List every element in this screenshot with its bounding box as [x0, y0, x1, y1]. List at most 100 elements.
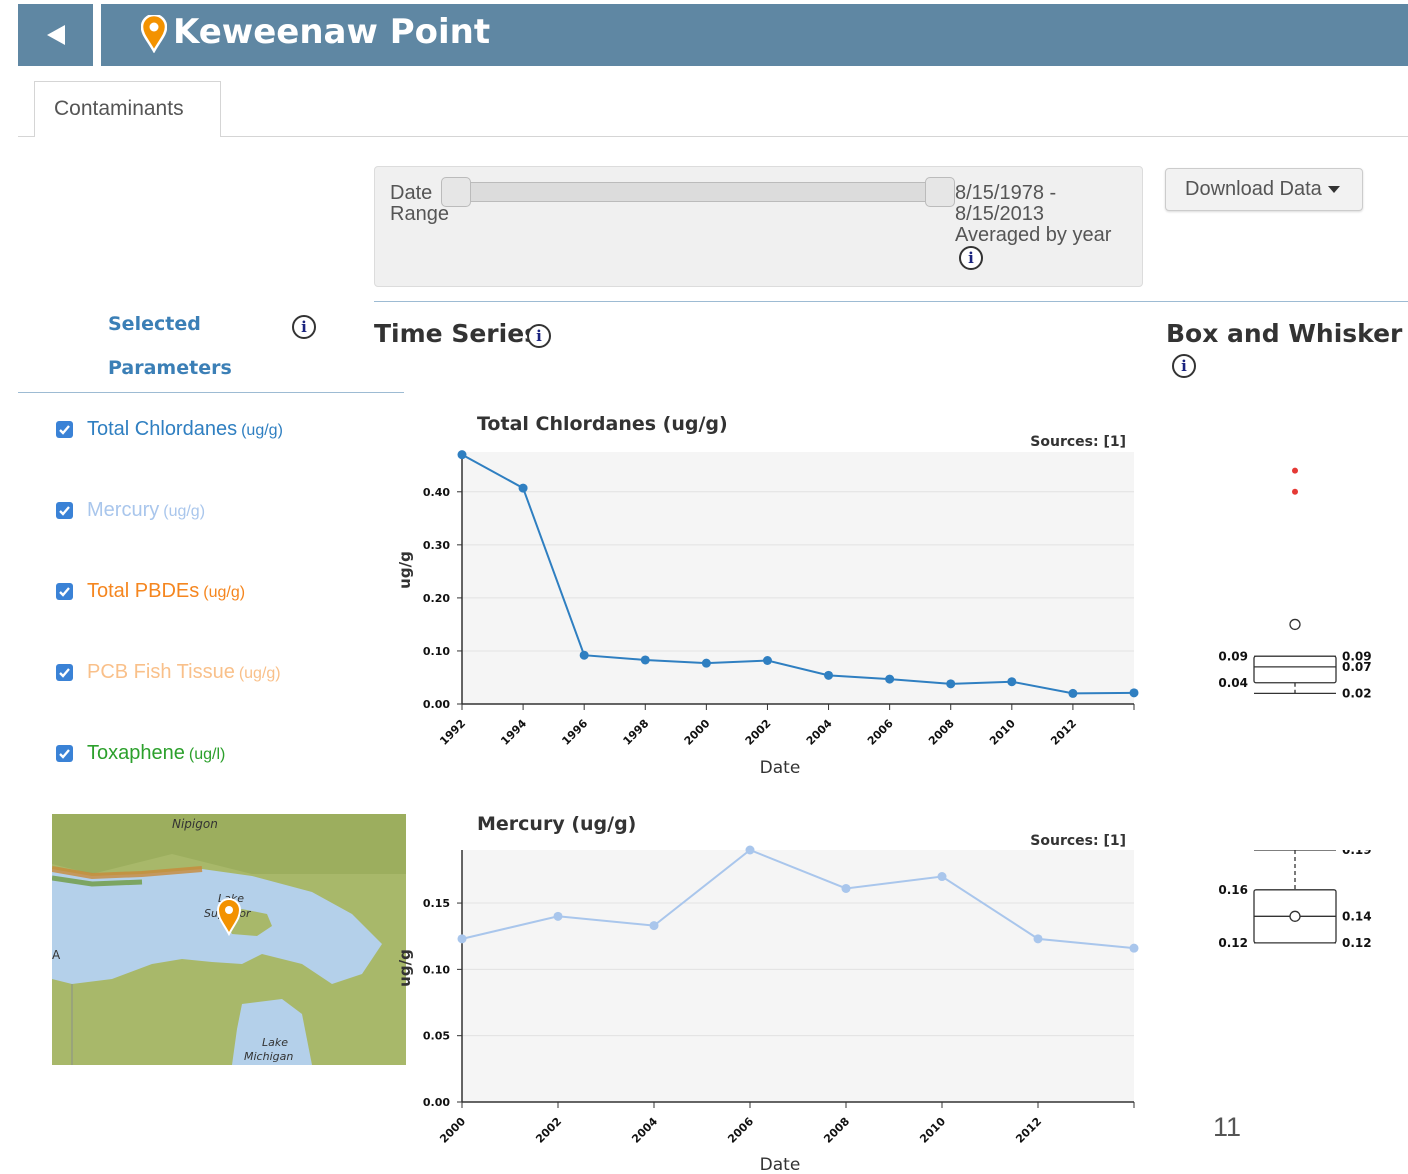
tab-divider — [18, 136, 1408, 137]
back-arrow-icon — [46, 25, 65, 45]
param-name: Total PBDEs — [87, 580, 200, 602]
date-range-info-icon[interactable]: i — [959, 246, 983, 270]
x-tick-label: 2006 — [725, 1115, 756, 1146]
box-whisker-info-icon[interactable]: i — [1172, 354, 1196, 378]
param-name: PCB Fish Tissue — [87, 661, 235, 683]
map-land-north — [52, 814, 406, 874]
date-range-end: 8/15/2013 — [955, 203, 1044, 225]
data-point — [457, 934, 467, 944]
chart-total-chlordanes: Total Chlordanes (ug/g) Sources: [1] 0.0… — [396, 413, 1139, 778]
box-label-right: 0.02 — [1342, 686, 1372, 700]
map-label-lake-michigan-1: Lake — [262, 1036, 288, 1049]
param-unit: (ug/g) — [163, 503, 206, 520]
x-tick-label: 1994 — [498, 717, 529, 748]
outlier-point — [1292, 467, 1298, 474]
data-point — [824, 670, 834, 680]
selected-params-info-icon[interactable]: i — [292, 315, 316, 339]
x-axis-label: Date — [760, 758, 801, 778]
param-pcb-fish-tissue[interactable]: PCB Fish Tissue (ug/g) — [56, 661, 281, 684]
tab-contaminants[interactable]: Contaminants — [34, 81, 221, 137]
data-point — [1129, 688, 1139, 698]
x-tick-label: 2010 — [987, 717, 1018, 748]
y-tick-label: 0.40 — [423, 486, 450, 499]
data-point — [937, 872, 947, 882]
checkbox-checked-icon[interactable] — [56, 502, 73, 519]
data-point — [640, 655, 650, 665]
box-mean-marker — [1289, 910, 1301, 922]
time-series-info-icon[interactable]: i — [527, 324, 551, 348]
box-label-left: 0.16 — [1218, 883, 1248, 897]
x-tick-label: 2006 — [865, 717, 896, 748]
time-series-title: Time Series — [374, 319, 540, 348]
x-tick-label: 2002 — [743, 717, 774, 748]
y-tick-label: 0.10 — [423, 645, 450, 658]
checkbox-checked-icon[interactable] — [56, 583, 73, 600]
data-point — [701, 658, 711, 668]
params-divider — [18, 392, 404, 393]
y-tick-label: 0.00 — [423, 1096, 450, 1109]
location-map[interactable]: Nipigon Lake Superior Lake Michigan A — [52, 814, 406, 1065]
data-point — [745, 845, 755, 855]
download-data-button[interactable]: Download Data — [1165, 168, 1363, 211]
page-title: Keweenaw Point — [173, 12, 491, 52]
param-toxaphene[interactable]: Toxaphene (ug/l) — [56, 742, 225, 765]
download-data-label: Download Data — [1185, 178, 1322, 200]
x-tick-label: 2008 — [926, 717, 957, 748]
y-tick-label: 0.05 — [423, 1030, 450, 1043]
selected-params-line2: Parameters — [108, 357, 232, 379]
x-tick-label: 2000 — [437, 1115, 468, 1146]
param-name: Toxaphene — [87, 742, 185, 764]
averaged-note: Averaged by year — [955, 224, 1112, 246]
box-label-left: 0.09 — [1218, 649, 1248, 663]
chart-sources: Sources: [1] — [1030, 434, 1126, 450]
data-point — [457, 450, 467, 460]
data-point — [1033, 934, 1043, 944]
x-tick-label: 1996 — [559, 717, 590, 748]
date-range-start: 8/15/1978 - — [955, 182, 1057, 204]
y-tick-label: 0.30 — [423, 539, 450, 552]
x-tick-label: 1998 — [621, 717, 652, 748]
plot-area — [462, 452, 1134, 704]
data-point — [649, 921, 659, 931]
x-tick-label: 2012 — [1013, 1115, 1044, 1146]
data-point — [518, 483, 528, 493]
section-divider — [374, 301, 1408, 302]
box-mean-marker — [1289, 618, 1301, 631]
chart-title: Total Chlordanes (ug/g) — [477, 413, 728, 435]
slider-start-handle[interactable] — [441, 177, 471, 207]
param-total-chlordanes[interactable]: Total Chlordanes (ug/g) — [56, 418, 283, 441]
caret-down-icon — [1327, 186, 1340, 194]
selected-params-line1: Selected — [108, 313, 201, 335]
y-axis-label: ug/g — [396, 949, 414, 987]
map-label-lake-michigan-2: Michigan — [244, 1050, 293, 1063]
param-unit: (ug/g) — [203, 584, 246, 601]
box-label-right: 0.12 — [1342, 936, 1372, 950]
box-plot-total-chlordanes: 0.090.040.090.070.02 — [1218, 467, 1372, 700]
back-button[interactable] — [18, 4, 93, 66]
box-label-left: 0.12 — [1218, 936, 1248, 950]
chart-mercury: Mercury (ug/g) Sources: [1] 0.00 0.05 0.10… — [396, 813, 1139, 1174]
slider-end-handle[interactable] — [925, 177, 955, 207]
data-point — [1068, 688, 1078, 698]
x-axis-label: Date — [760, 1155, 801, 1174]
map-label-edge: A — [52, 948, 61, 962]
x-tick-label: 2004 — [804, 717, 835, 748]
checkbox-checked-icon[interactable] — [56, 664, 73, 681]
map-label-nipigon: Nipigon — [172, 817, 218, 831]
param-total-pbdes[interactable]: Total PBDEs (ug/g) — [56, 580, 245, 603]
y-tick-label: 0.00 — [423, 698, 450, 711]
data-point — [1129, 943, 1139, 953]
checkbox-checked-icon[interactable] — [56, 745, 73, 762]
x-tick-label: 2012 — [1048, 717, 1079, 748]
checkbox-checked-icon[interactable] — [56, 421, 73, 438]
box-whisker-title: Box and Whisker — [1166, 319, 1403, 348]
x-tick-label: 2010 — [917, 1115, 948, 1146]
data-point — [885, 674, 895, 684]
param-mercury[interactable]: Mercury (ug/g) — [56, 499, 205, 522]
date-range-slider[interactable] — [443, 182, 953, 202]
x-tick-label: 2000 — [682, 717, 713, 748]
data-point — [841, 883, 851, 893]
date-range-label-line2: Range — [390, 203, 449, 225]
x-tick-label: 2008 — [821, 1115, 852, 1146]
map-pin-icon — [141, 15, 167, 53]
